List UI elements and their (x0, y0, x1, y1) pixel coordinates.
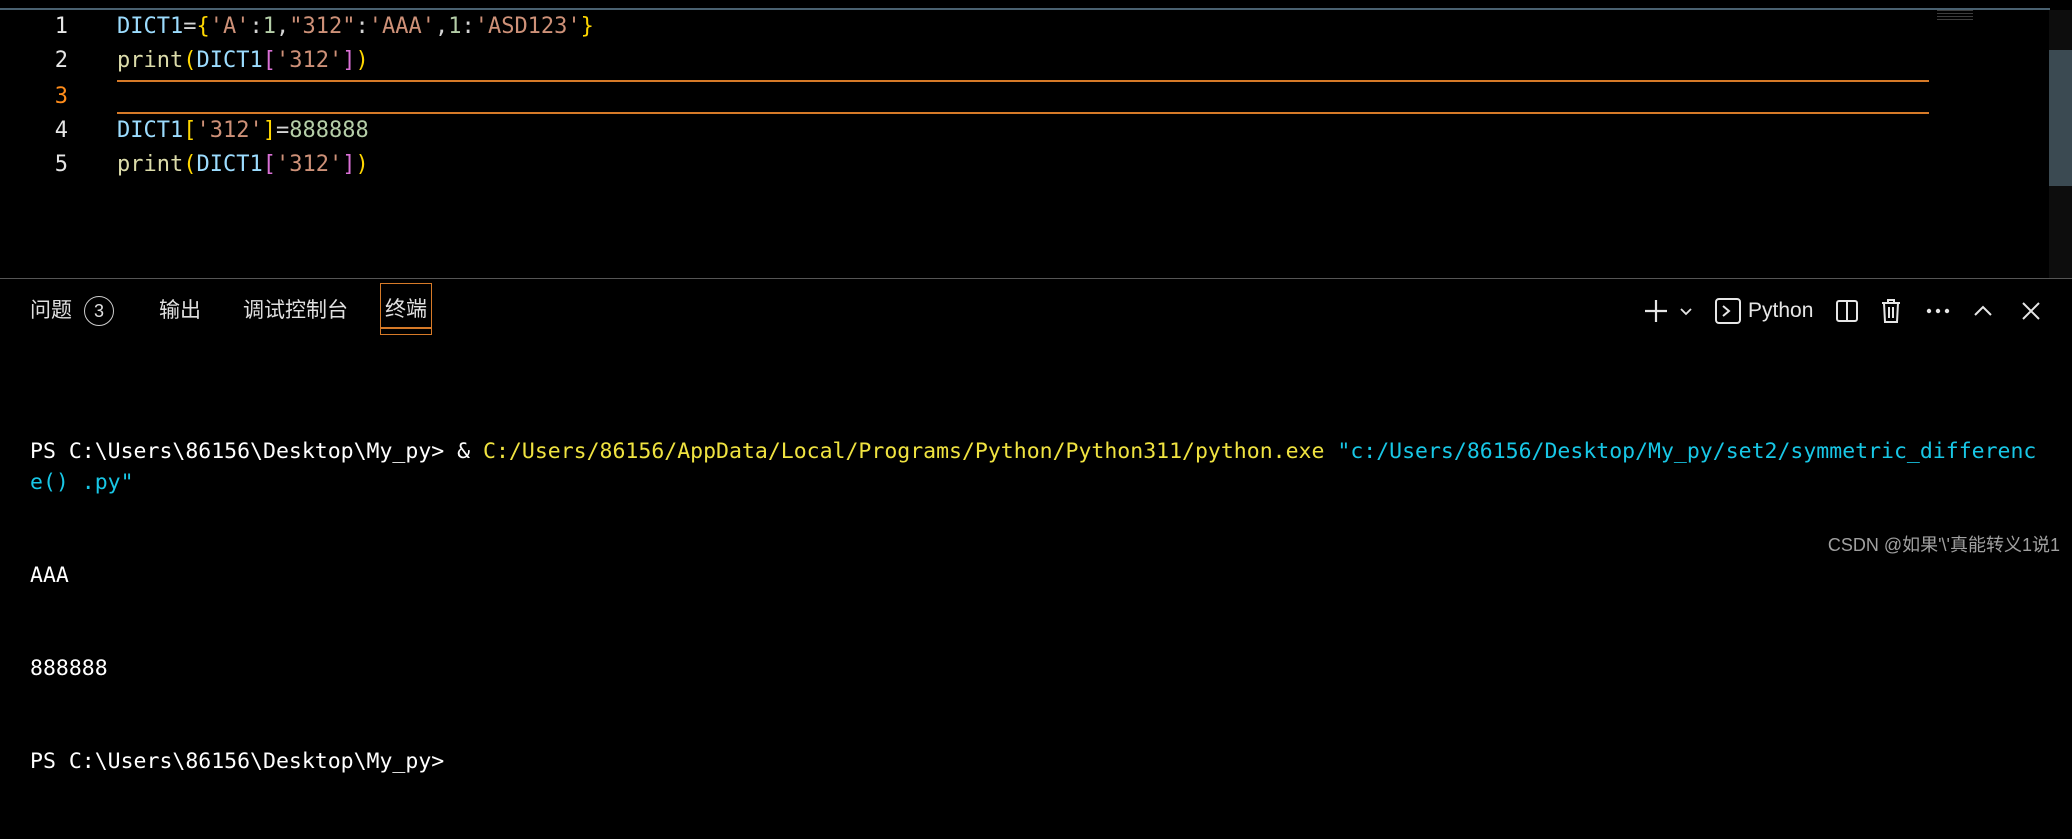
line-number: 2 (54, 48, 68, 73)
code-token: ( (183, 48, 197, 73)
code-token: [ (183, 118, 197, 143)
close-icon (2022, 302, 2040, 320)
problems-count-badge: 3 (84, 296, 114, 327)
terminal-shell-name: Python (1748, 299, 1814, 322)
code-line[interactable]: 2 print(DICT1['312']) (0, 44, 1930, 78)
code-token: 888888 (289, 118, 369, 143)
code-token: 'AAA' (368, 14, 435, 39)
chevron-down-icon (1680, 308, 1692, 316)
code-token: print (117, 152, 184, 177)
code-token: { (196, 14, 210, 39)
code-token: 1 (262, 14, 276, 39)
code-token: , (434, 14, 449, 39)
code-token: '312' (275, 152, 343, 177)
terminal-output-line: 888888 (30, 656, 108, 681)
terminal-output-line: AAA (30, 563, 69, 588)
code-token: ) (355, 48, 369, 73)
line-number: 4 (54, 118, 68, 143)
code-token: , (275, 14, 290, 39)
tab-problems-label: 问题 (30, 299, 72, 322)
code-token: DICT1 (196, 152, 263, 177)
terminal-output[interactable]: PS C:\Users\86156\Desktop\My_py> & C:/Us… (30, 374, 2040, 839)
code-text: print(DICT1['312']) (117, 44, 369, 78)
code-token: = (183, 14, 197, 39)
code-token: : (249, 14, 263, 39)
code-token: DICT1 (117, 118, 184, 143)
plus-icon (1645, 300, 1667, 322)
code-token: [ (262, 48, 276, 73)
code-token: "312" (289, 14, 356, 39)
terminal-shell-selector[interactable]: Python (1714, 293, 1824, 329)
code-token: 'A' (209, 14, 250, 39)
line-number: 3 (54, 84, 68, 109)
close-panel-button[interactable] (2016, 293, 2046, 329)
code-token: = (275, 118, 290, 143)
code-token: 1 (448, 14, 462, 39)
code-token: } (580, 14, 594, 39)
code-token: DICT1 (117, 14, 184, 39)
terminal-command-line: PS C:\Users\86156\Desktop\My_py> & C:/Us… (30, 436, 2040, 498)
minimap[interactable] (1937, 10, 1973, 20)
tab-debug-console-label: 调试控制台 (243, 299, 348, 322)
maximize-panel-button[interactable] (1968, 293, 1998, 329)
tab-terminal-label: 终端 (385, 298, 427, 321)
code-token: [ (262, 152, 276, 177)
code-token: '312' (196, 118, 263, 143)
chevron-up-icon (1974, 305, 1992, 316)
line-number: 5 (54, 152, 68, 177)
code-token: ( (183, 152, 197, 177)
more-icon (1926, 308, 1950, 314)
code-line[interactable]: 5 print(DICT1['312']) (0, 148, 1930, 182)
bottom-panel: 问题 3 输出 调试控制台 终端 Python PS C:\Users\86156… (0, 279, 2072, 774)
tab-output[interactable]: 输出 (159, 289, 201, 333)
code-token: : (355, 14, 369, 39)
code-token: : (461, 14, 475, 39)
code-text: print(DICT1['312']) (117, 148, 369, 182)
code-text: DICT1['312']=888888 (117, 114, 369, 148)
line-number: 1 (54, 14, 68, 39)
code-token: 'ASD123' (474, 14, 581, 39)
trash-icon (1882, 299, 1900, 323)
code-line[interactable]: 1 DICT1={'A':1,"312":'AAA',1:'ASD123'} (0, 10, 1930, 44)
code-line[interactable]: 3 (0, 80, 1930, 114)
tab-debug-console[interactable]: 调试控制台 (243, 289, 348, 333)
editor-scrollbar-thumb[interactable] (2049, 50, 2072, 186)
split-icon (1836, 300, 1858, 322)
code-token: print (117, 48, 184, 73)
watermark: CSDN @如果'\'真能转义1说1 (1827, 535, 2060, 555)
code-line[interactable]: 4 DICT1['312']=888888 (0, 114, 1930, 148)
terminal-dropdown-button[interactable] (1674, 293, 1698, 329)
code-token: ] (262, 118, 276, 143)
terminal-space (1324, 439, 1337, 464)
code-token: ] (342, 152, 356, 177)
terminal-prompt: PS C:\Users\86156\Desktop\My_py> & (30, 439, 484, 464)
tab-terminal[interactable]: 终端 (380, 283, 432, 335)
tab-problems[interactable]: 问题 3 (30, 289, 114, 333)
code-editor[interactable]: 1 DICT1={'A':1,"312":'AAA',1:'ASD123'} 2 pr… (0, 10, 2050, 278)
more-actions-button[interactable] (1923, 293, 1953, 329)
code-token: DICT1 (196, 48, 263, 73)
kill-terminal-button[interactable] (1876, 293, 1906, 329)
terminal-python-exe-path: C:/Users/86156/AppData/Local/Programs/Py… (483, 439, 1325, 464)
tab-output-label: 输出 (159, 299, 201, 322)
terminal-prompt-line: PS C:\Users\86156\Desktop\My_py> (30, 749, 445, 774)
code-token: ] (342, 48, 356, 73)
terminal-icon (1715, 298, 1741, 324)
code-token: ) (355, 152, 369, 177)
code-text: DICT1={'A':1,"312":'AAA',1:'ASD123'} (117, 10, 594, 44)
split-terminal-button[interactable] (1832, 293, 1862, 329)
code-token: '312' (275, 48, 343, 73)
new-terminal-button[interactable] (1640, 293, 1672, 329)
